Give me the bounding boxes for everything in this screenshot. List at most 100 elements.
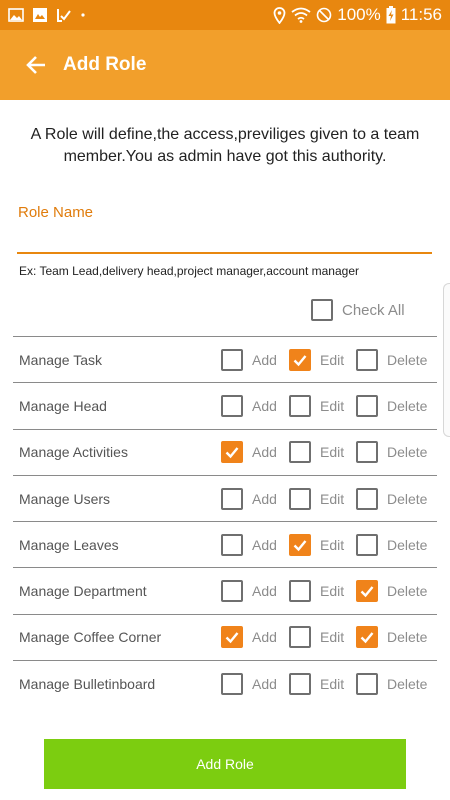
edit-option[interactable]: Edit [289, 394, 345, 417]
edit-option[interactable]: Edit [289, 487, 345, 510]
edit-label: Edit [320, 444, 345, 461]
app-bar: Add Role [0, 30, 450, 100]
delete-checkbox[interactable] [356, 441, 378, 464]
add-checkbox[interactable] [221, 673, 243, 696]
permissions-list: Manage Task Add Edit Delete Manage Head Add Ed… [13, 336, 437, 707]
add-checkbox[interactable] [221, 626, 243, 649]
dot-icon [80, 7, 86, 23]
add-checkbox[interactable] [221, 533, 243, 556]
add-option[interactable]: Add [221, 673, 277, 696]
checkmark-icon [225, 632, 239, 644]
add-checkbox[interactable] [221, 580, 243, 603]
edit-checkbox[interactable] [289, 487, 311, 510]
add-role-button[interactable]: Add Role [44, 739, 406, 789]
add-checkbox[interactable] [221, 487, 243, 510]
delete-label: Delete [387, 490, 428, 507]
delete-checkbox[interactable] [356, 533, 378, 556]
edit-checkbox[interactable] [289, 626, 311, 649]
edit-option[interactable]: Edit [289, 626, 345, 649]
add-checkbox[interactable] [221, 394, 243, 417]
edit-label: Edit [320, 536, 345, 553]
edit-label: Edit [320, 629, 345, 646]
scroll-indicator[interactable] [443, 283, 450, 437]
check-all-label: Check All [342, 301, 405, 319]
add-option[interactable]: Add [221, 487, 277, 510]
permission-name: Manage Leaves [19, 536, 119, 553]
delete-checkbox[interactable] [356, 348, 378, 371]
add-label: Add [252, 676, 277, 693]
add-option[interactable]: Add [221, 580, 277, 603]
add-option[interactable]: Add [221, 348, 277, 371]
delete-option[interactable]: Delete [356, 348, 428, 371]
permission-name: Manage Task [19, 351, 103, 368]
permission-row: Manage Task Add Edit Delete [13, 337, 437, 384]
add-label: Add [252, 397, 277, 414]
edit-checkbox[interactable] [289, 394, 311, 417]
add-label: Add [252, 444, 277, 461]
do-not-disturb-icon [316, 7, 332, 23]
delete-option[interactable]: Delete [356, 487, 428, 510]
location-icon [273, 6, 286, 24]
add-checkbox[interactable] [221, 348, 243, 371]
add-option[interactable]: Add [221, 626, 277, 649]
role-name-hint: Ex: Team Lead,delivery head,project mana… [19, 264, 359, 278]
delete-label: Delete [387, 629, 428, 646]
delete-label: Delete [387, 351, 428, 368]
delete-checkbox[interactable] [356, 626, 378, 649]
checkmark-icon [293, 354, 307, 366]
arrow-left-icon [26, 56, 45, 74]
status-left-icons [8, 7, 86, 23]
delete-option[interactable]: Delete [356, 394, 428, 417]
delete-label: Delete [387, 397, 428, 414]
permission-row: Manage Department Add Edit Delete [13, 568, 437, 615]
delete-checkbox[interactable] [356, 394, 378, 417]
add-label: Add [252, 629, 277, 646]
edit-option[interactable]: Edit [289, 580, 345, 603]
edit-label: Edit [320, 583, 345, 600]
permission-name: Manage Activities [19, 444, 128, 461]
permission-name: Manage Head [19, 397, 107, 414]
back-button[interactable] [22, 51, 50, 79]
role-name-input[interactable] [17, 222, 432, 254]
gallery-icon [8, 7, 24, 23]
edit-label: Edit [320, 397, 345, 414]
checkmark-icon [360, 586, 374, 598]
permission-row: Manage Leaves Add Edit Delete [13, 522, 437, 569]
signal-app-icon [56, 7, 72, 23]
edit-checkbox[interactable] [289, 441, 311, 464]
delete-option[interactable]: Delete [356, 580, 427, 603]
edit-checkbox[interactable] [289, 533, 311, 556]
edit-option[interactable]: Edit [289, 441, 345, 464]
edit-checkbox[interactable] [289, 348, 311, 371]
add-option[interactable]: Add [221, 533, 277, 556]
status-bar: 100% 11:56 [0, 0, 450, 30]
edit-checkbox[interactable] [289, 673, 311, 696]
edit-checkbox[interactable] [289, 580, 311, 603]
permission-row: Manage Head Add Edit Delete [13, 383, 437, 430]
delete-checkbox[interactable] [356, 487, 378, 510]
delete-option[interactable]: Delete [356, 441, 427, 464]
add-option[interactable]: Add [221, 441, 277, 464]
edit-option[interactable]: Edit [289, 533, 345, 556]
add-checkbox[interactable] [221, 441, 243, 464]
status-right-icons: 100% 11:56 [273, 5, 442, 25]
edit-option[interactable]: Edit [289, 348, 344, 371]
checkmark-icon [293, 540, 307, 552]
check-all-checkbox[interactable] [311, 299, 333, 321]
check-all-option[interactable]: Check All [311, 299, 405, 321]
delete-option[interactable]: Delete [356, 673, 428, 696]
delete-option[interactable]: Delete [356, 626, 428, 649]
delete-checkbox[interactable] [356, 673, 378, 696]
permission-name: Manage Users [19, 490, 111, 507]
edit-label: Edit [320, 490, 345, 507]
clock-time: 11:56 [400, 5, 442, 24]
permission-name: Manage Department [19, 583, 147, 600]
permission-row: Manage Bulletinboard Add Edit Delete [13, 661, 437, 707]
delete-label: Delete [387, 676, 428, 693]
delete-checkbox[interactable] [356, 580, 378, 603]
add-option[interactable]: Add [221, 394, 277, 417]
edit-option[interactable]: Edit [289, 673, 344, 696]
battery-charging-icon [386, 6, 396, 24]
image-icon [32, 7, 48, 23]
delete-option[interactable]: Delete [356, 533, 427, 556]
